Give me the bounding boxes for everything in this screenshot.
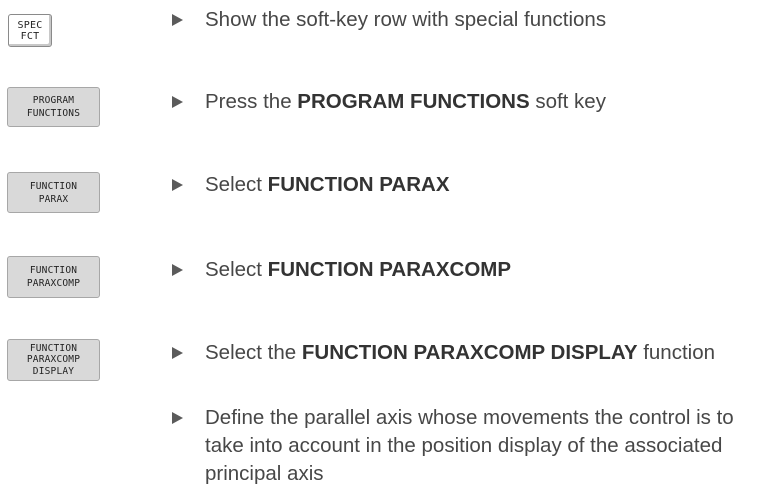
step-text: Select FUNCTION PARAX — [205, 171, 450, 199]
step-text-plain: function — [637, 341, 716, 364]
key-label-line: PARAXCOMP — [26, 278, 81, 289]
step-item: Select FUNCTION PARAXCOMP — [172, 256, 511, 284]
step-text: Select FUNCTION PARAXCOMP — [205, 256, 511, 284]
step-item: Show the soft-key row with special funct… — [172, 6, 606, 34]
step-text-plain: Select — [205, 173, 268, 196]
step-text: Define the parallel axis whose movements… — [205, 406, 734, 485]
step-item: Select FUNCTION PARAX — [172, 171, 450, 199]
step-text-plain: Select the — [205, 341, 302, 364]
step-text-bold: FUNCTION PARAXCOMP — [267, 258, 512, 281]
key-label-line: PROGRAM — [32, 95, 75, 106]
program-functions-softkey[interactable]: PROGRAM FUNCTIONS — [7, 87, 100, 127]
function-parax-softkey[interactable]: FUNCTION PARAX — [7, 172, 100, 213]
key-label-line: SPEC — [17, 19, 43, 31]
step-item: Press the PROGRAM FUNCTIONS soft key — [172, 88, 606, 116]
triangle-bullet-icon — [172, 96, 183, 108]
step-text-bold: FUNCTION PARAXCOMP DISPLAY — [301, 341, 638, 364]
key-label-line: DISPLAY — [32, 365, 75, 377]
step-text-bold: FUNCTION PARAX — [267, 173, 450, 196]
spec-fct-key[interactable]: SPEC FCT — [8, 14, 52, 47]
triangle-bullet-icon — [172, 347, 183, 359]
step-text-plain: Press the — [205, 90, 298, 113]
triangle-bullet-icon — [172, 179, 183, 191]
key-label-line: FUNCTIONS — [26, 108, 81, 119]
step-text-plain: soft key — [529, 90, 606, 113]
step-text: Select the FUNCTION PARAXCOMP DISPLAY fu… — [205, 339, 715, 367]
key-label-line: FUNCTION — [29, 265, 78, 276]
step-text-plain: Select — [205, 258, 268, 281]
step-item: Select the FUNCTION PARAXCOMP DISPLAY fu… — [172, 339, 715, 367]
triangle-bullet-icon — [172, 264, 183, 276]
step-text-bold: PROGRAM FUNCTIONS — [297, 90, 530, 113]
step-item: Define the parallel axis whose movements… — [172, 404, 750, 488]
key-label-line: FUNCTION — [29, 342, 78, 354]
key-label-line: PARAX — [38, 193, 69, 205]
function-paraxcomp-softkey[interactable]: FUNCTION PARAXCOMP — [7, 256, 100, 298]
triangle-bullet-icon — [172, 412, 183, 424]
step-text: Press the PROGRAM FUNCTIONS soft key — [205, 88, 606, 116]
key-label-line: FCT — [20, 30, 40, 42]
triangle-bullet-icon — [172, 14, 183, 26]
step-text: Show the soft-key row with special funct… — [205, 8, 607, 31]
key-label-line: FUNCTION — [29, 180, 78, 192]
function-paraxcomp-display-softkey[interactable]: FUNCTION PARAXCOMP DISPLAY — [7, 339, 100, 381]
key-label-line: PARAXCOMP — [26, 354, 81, 366]
